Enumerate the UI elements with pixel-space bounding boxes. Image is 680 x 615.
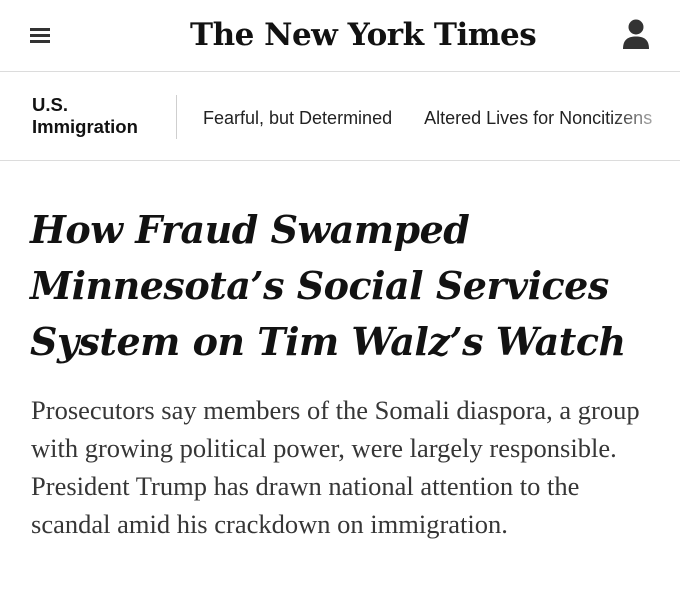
sublink-fearful-but-determined[interactable]: Fearful, but Determined [203, 107, 392, 129]
section-title[interactable]: U.S. Immigration [32, 94, 167, 138]
user-account-icon[interactable] [618, 15, 654, 55]
section-nav: U.S. Immigration Fearful, but Determined… [0, 73, 680, 161]
menu-line [30, 34, 50, 37]
hamburger-menu-icon[interactable] [30, 24, 52, 46]
menu-line [30, 28, 50, 31]
article-headline: How Fraud Swamped Minnesota’s Social Ser… [30, 207, 626, 364]
section-sublinks: Fearful, but Determined Altered Lives for… [203, 107, 680, 129]
sublink-altered-lives[interactable]: Altered Lives for Noncitizens [424, 107, 652, 129]
article-summary: Prosecutors say members of the Somali di… [31, 395, 640, 539]
section-divider [176, 95, 177, 139]
menu-line [30, 40, 50, 43]
nyt-masthead-logo[interactable]: The New York Times [190, 13, 537, 57]
top-bar: The New York Times [0, 0, 680, 72]
